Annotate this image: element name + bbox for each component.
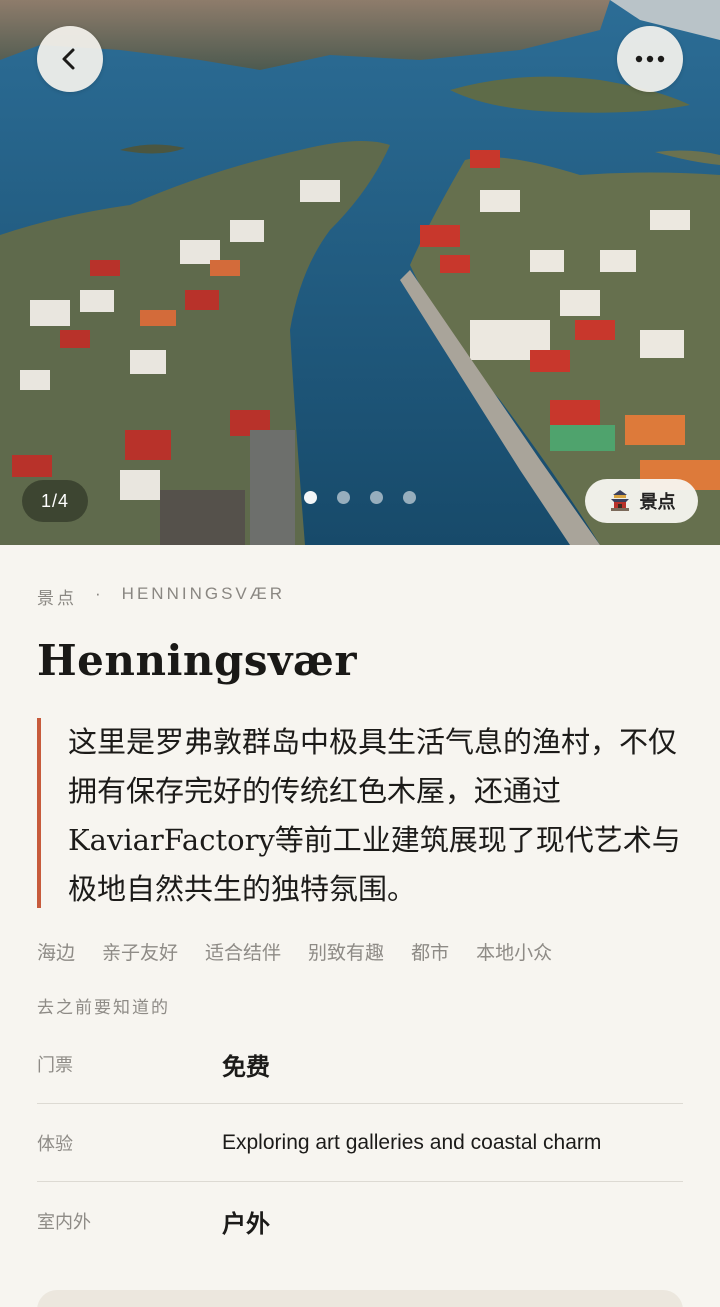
chevron-left-icon — [62, 48, 75, 70]
tag[interactable]: 都市 — [411, 938, 449, 965]
more-button[interactable] — [617, 26, 683, 92]
hero-photo — [0, 0, 720, 545]
info-row-experience: 体验 Exploring art galleries and coastal c… — [37, 1104, 683, 1182]
tag[interactable]: 海边 — [37, 938, 75, 965]
page-title: Henningsvær — [37, 636, 357, 685]
carousel-dot[interactable] — [304, 491, 317, 504]
info-label: 门票 — [37, 1055, 73, 1075]
eyebrow-place: HENNINGSVÆR — [121, 584, 286, 603]
carousel-dots — [304, 491, 416, 507]
info-value: 免费 — [222, 1053, 270, 1081]
info-label: 体验 — [37, 1134, 73, 1154]
info-value: 户外 — [222, 1210, 270, 1238]
tag[interactable]: 亲子友好 — [102, 938, 178, 965]
tag[interactable]: 适合结伴 — [205, 938, 281, 965]
carousel-dot[interactable] — [337, 491, 350, 504]
section-title: 去之前要知道的 — [37, 998, 170, 1017]
carousel-dot[interactable] — [370, 491, 383, 504]
hero-image-carousel[interactable]: 1/4 景点 — [0, 0, 720, 545]
category-pill-label: 景点 — [639, 492, 676, 512]
info-value: Exploring art galleries and coastal char… — [222, 1131, 602, 1154]
carousel-dot[interactable] — [403, 491, 416, 504]
eyebrow: 景点 · HENNINGSVÆR — [37, 584, 285, 609]
image-counter: 1/4 — [22, 480, 88, 522]
tag[interactable]: 本地小众 — [476, 938, 552, 965]
description-quote: 这里是罗弗敦群岛中极具生活气息的渔村，不仅拥有保存完好的传统红色木屋，还通过Ka… — [37, 718, 687, 908]
back-button[interactable] — [37, 26, 103, 92]
info-label: 室内外 — [37, 1212, 91, 1232]
more-dots-icon — [635, 55, 665, 63]
info-row-indoor-outdoor: 室内外 户外 — [37, 1182, 683, 1260]
bottom-card[interactable] — [37, 1290, 683, 1307]
category-pill[interactable]: 景点 — [585, 479, 698, 523]
tag[interactable]: 别致有趣 — [308, 938, 384, 965]
eyebrow-separator: · — [95, 584, 104, 603]
eyebrow-category: 景点 — [37, 589, 77, 608]
temple-icon — [610, 490, 629, 511]
tag-list: 海边 亲子友好 适合结伴 别致有趣 都市 本地小众 — [37, 938, 552, 965]
info-row-ticket: 门票 免费 — [37, 1025, 683, 1103]
